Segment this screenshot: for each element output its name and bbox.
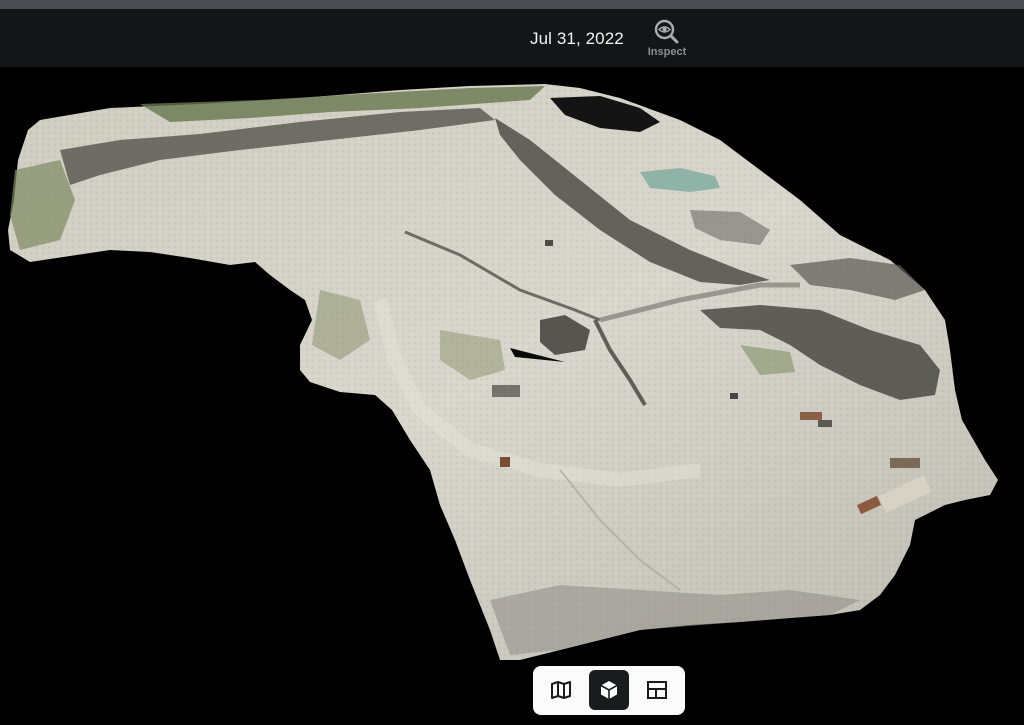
view-mode-switcher <box>533 666 685 715</box>
vehicle-group <box>890 458 920 468</box>
quarry-3d-model[interactable] <box>0 0 1024 725</box>
layout-icon <box>647 681 667 699</box>
truck <box>800 412 822 420</box>
equipment-north <box>545 240 553 246</box>
rubble-south <box>490 585 860 655</box>
cube-icon <box>600 681 618 699</box>
map-view-button[interactable] <box>541 670 581 710</box>
stockpile <box>492 385 520 397</box>
map-icon <box>551 681 571 699</box>
3d-model-viewport[interactable] <box>0 67 1024 725</box>
3d-view-button[interactable] <box>589 670 629 710</box>
layout-view-button[interactable] <box>637 670 677 710</box>
equipment <box>730 393 738 399</box>
excavator <box>500 457 510 467</box>
truck-2 <box>818 420 832 427</box>
